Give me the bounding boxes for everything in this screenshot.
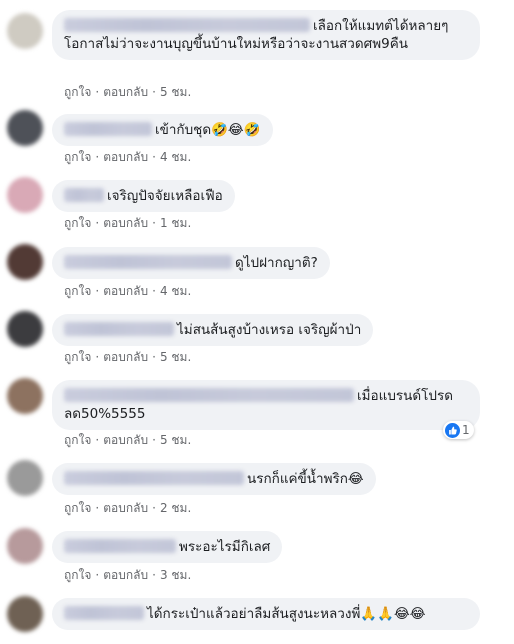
commenter-name[interactable] [64,322,174,336]
timestamp[interactable]: 3 ชม. [160,568,191,582]
comment-bubble: เลือกให้แมทต์ได้หลายๆโอกาสไม่ว่าจะงานบุญ… [52,10,480,60]
comment-actions: ถูกใจ · ตอบกลับ · 5 ชม. [64,350,192,364]
timestamp[interactable]: 5 ชม. [160,85,191,99]
reply-button[interactable]: ตอบกลับ [103,350,148,364]
comment-actions: ถูกใจ · ตอบกลับ · 3 ชม. [64,568,192,582]
commenter-name[interactable] [64,18,310,32]
comment-text: พระอะไรมีกิเลศ [179,539,271,555]
timestamp[interactable]: 5 ชม. [160,433,191,447]
comment-thread: เลือกให้แมทต์ได้หลายๆโอกาสไม่ว่าจะงานบุญ… [0,0,514,644]
avatar[interactable] [7,177,43,213]
avatar[interactable] [7,311,43,347]
timestamp[interactable]: 4 ชม. [160,150,191,164]
comment-bubble: พระอะไรมีกิเลศ [52,531,283,563]
comment-text: เจริญปัจจัยเหลือเฟือ [107,188,223,204]
comment-bubble: นรกก็แค่ขี้น้ำพริก😂 [52,463,376,495]
timestamp[interactable]: 2 ชม. [160,501,191,515]
comment-text: ดูไปฝากญาติ? [235,255,318,271]
reply-button[interactable]: ตอบกลับ [103,85,148,99]
avatar[interactable] [7,110,43,146]
avatar[interactable] [7,596,43,632]
comment-actions: ถูกใจ · ตอบกลับ · 5 ชม. [64,433,192,447]
timestamp[interactable]: 1 ชม. [160,216,191,230]
comment-text: ได้กระเป๋าแล้วอย่าลืมส้นสูงนะหลวงพี่🙏🙏😂😂 [147,606,426,622]
comment-text: ไม่สนส้นสูงบ้างเหรอ เจริญผ้าป่า [177,322,362,338]
comment-bubble: เจริญปัจจัยเหลือเฟือ [52,180,235,212]
reply-button[interactable]: ตอบกลับ [103,568,148,582]
reply-button[interactable]: ตอบกลับ [103,284,148,298]
comment-actions: ถูกใจ · ตอบกลับ · 5 ชม. [64,85,192,99]
avatar[interactable] [7,244,43,280]
timestamp[interactable]: 4 ชม. [160,284,191,298]
reply-button[interactable]: ตอบกลับ [103,433,148,447]
comment-actions: ถูกใจ · ตอบกลับ · 4 ชม. [64,284,192,298]
like-button[interactable]: ถูกใจ [64,568,91,582]
like-button[interactable]: ถูกใจ [64,85,91,99]
comment-bubble: ได้กระเป๋าแล้วอย่าลืมส้นสูงนะหลวงพี่🙏🙏😂😂 [52,598,480,630]
comment-text: นรกก็แค่ขี้น้ำพริก😂 [247,471,364,487]
comment-bubble: ดูไปฝากญาติ? [52,247,330,279]
avatar[interactable] [7,528,43,564]
like-button[interactable]: ถูกใจ [64,284,91,298]
like-button[interactable]: ถูกใจ [64,216,91,230]
comment-actions: ถูกใจ · ตอบกลับ · 1 ชม. [64,216,192,230]
commenter-name[interactable] [64,188,104,202]
reply-button[interactable]: ตอบกลับ [103,501,148,515]
reply-button[interactable]: ตอบกลับ [103,150,148,164]
commenter-name[interactable] [64,388,354,402]
like-button[interactable]: ถูกใจ [64,150,91,164]
commenter-name[interactable] [64,122,152,136]
commenter-name[interactable] [64,255,232,269]
like-button[interactable]: ถูกใจ [64,501,91,515]
comment-bubble: ไม่สนส้นสูงบ้างเหรอ เจริญผ้าป่า [52,314,374,346]
comment-text: เข้ากับชุด🤣😂🤣 [155,122,261,138]
reply-button[interactable]: ตอบกลับ [103,216,148,230]
avatar[interactable] [7,13,43,49]
comment-actions: ถูกใจ · ตอบกลับ · 4 ชม. [64,150,192,164]
avatar[interactable] [7,378,43,414]
avatar[interactable] [7,460,43,496]
commenter-name[interactable] [64,471,244,485]
comment-actions: ถูกใจ · ตอบกลับ · 2 ชม. [64,501,192,515]
comment-bubble: เมื่อแบรนด์โปรดลด50%5555 [52,380,480,430]
commenter-name[interactable] [64,606,144,620]
commenter-name[interactable] [64,539,176,553]
reaction-count: 1 [462,423,470,437]
reaction-summary[interactable]: 1 [443,421,474,439]
timestamp[interactable]: 5 ชม. [160,350,191,364]
like-button[interactable]: ถูกใจ [64,350,91,364]
like-reaction-icon [445,422,460,438]
like-button[interactable]: ถูกใจ [64,433,91,447]
comment-bubble: เข้ากับชุด🤣😂🤣 [52,114,273,146]
